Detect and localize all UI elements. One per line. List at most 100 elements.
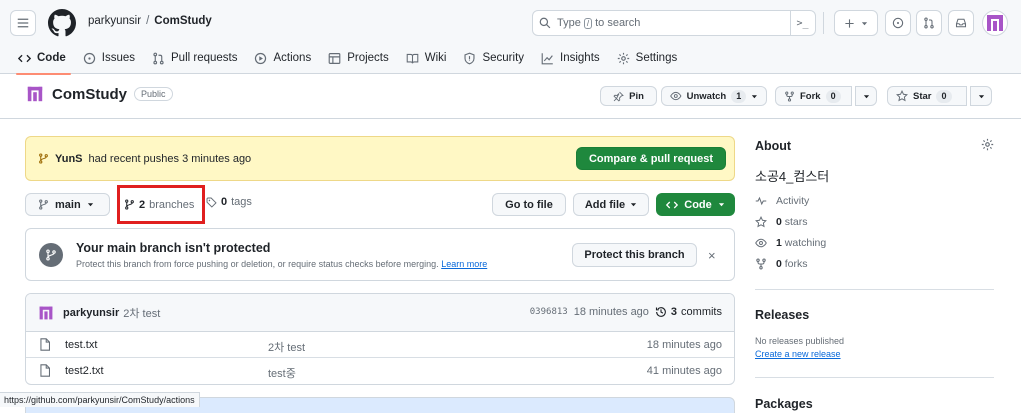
fork-label: Fork — [800, 90, 821, 102]
file-icon — [40, 338, 50, 351]
inbox-button[interactable] — [948, 10, 974, 36]
tab-issues[interactable]: Issues — [83, 46, 144, 70]
commit-message[interactable]: 2차 test — [123, 305, 160, 321]
shield-icon — [464, 52, 476, 64]
star-label: Star — [913, 90, 932, 102]
watching-count: 1 — [776, 237, 782, 249]
commit-history-link[interactable]: 3 commits — [655, 306, 722, 318]
search-input[interactable]: Type / to search — [532, 10, 816, 36]
repo-description: 소공4_컴스터 — [755, 169, 830, 184]
command-palette-button[interactable]: >_ — [790, 11, 814, 35]
issue-icon — [892, 17, 904, 29]
branch-name: main — [55, 198, 81, 211]
watch-label: Unwatch — [686, 90, 727, 102]
tab-security[interactable]: Security — [463, 46, 533, 70]
tab-insights[interactable]: Insights — [541, 46, 609, 70]
eye-icon — [755, 238, 767, 248]
breadcrumb-repo[interactable]: ComStudy — [154, 15, 212, 27]
code-icon — [18, 54, 31, 62]
learn-more-link[interactable]: Learn more — [441, 259, 487, 269]
watch-button[interactable]: Unwatch 1 — [661, 86, 767, 106]
repo-name[interactable]: ComStudy — [52, 86, 127, 103]
tab-projects[interactable]: Projects — [328, 46, 398, 70]
issues-button[interactable] — [885, 10, 911, 36]
compare-pull-request-button[interactable]: Compare & pull request — [576, 147, 726, 170]
branch-icon — [46, 249, 56, 261]
file-commit-message[interactable]: test중 — [268, 365, 296, 381]
menu-button[interactable] — [10, 10, 36, 36]
star-button[interactable]: Star 0 — [887, 86, 967, 106]
pin-button[interactable]: Pin — [600, 86, 657, 106]
file-row[interactable]: test.txt 2차 test 18 minutes ago — [26, 332, 734, 358]
commit-author-avatar[interactable] — [37, 304, 54, 321]
github-logo[interactable] — [48, 9, 76, 37]
fork-dropdown-button[interactable] — [855, 86, 877, 106]
add-file-button[interactable]: Add file — [573, 193, 649, 216]
star-icon — [755, 216, 767, 228]
branches-label: branches — [149, 198, 195, 211]
header-divider — [823, 12, 824, 34]
create-release-link[interactable]: Create a new release — [755, 349, 841, 359]
tags-count: 0 — [221, 196, 228, 208]
branches-link[interactable]: 2 branches — [117, 185, 205, 224]
fork-count: 0 — [825, 89, 841, 103]
close-icon[interactable]: × — [708, 248, 716, 263]
pin-label: Pin — [629, 90, 644, 102]
search-placeholder-suffix: to search — [595, 17, 641, 29]
file-name[interactable]: test.txt — [65, 339, 97, 351]
about-settings-button[interactable] — [981, 138, 994, 151]
go-to-file-button[interactable]: Go to file — [492, 193, 566, 216]
protection-description-text: Protect this branch from force pushing o… — [76, 259, 439, 269]
gear-icon — [617, 52, 629, 64]
activity-link[interactable]: Activity — [755, 195, 809, 207]
tab-label: Actions — [273, 52, 312, 64]
pull-requests-button[interactable] — [916, 10, 942, 36]
global-header: parkyunsir / ComStudy Type / to search >… — [0, 0, 1021, 75]
pull-request-icon — [153, 52, 164, 64]
tab-pull-requests[interactable]: Pull requests — [152, 46, 246, 70]
commit-author[interactable]: parkyunsir — [63, 307, 119, 319]
branches-count: 2 — [139, 198, 146, 211]
file-name[interactable]: test2.txt — [65, 365, 104, 377]
code-button[interactable]: Code — [656, 193, 735, 216]
repo-owner-avatar[interactable] — [25, 84, 45, 104]
protection-description: Protect this branch from force pushing o… — [76, 259, 487, 269]
tags-link[interactable]: 0 tags — [206, 196, 252, 208]
triangle-down-icon — [863, 94, 869, 98]
tab-code[interactable]: Code — [16, 46, 75, 75]
commit-sha[interactable]: 0396813 — [530, 307, 568, 317]
fork-icon — [785, 90, 794, 102]
terminal-icon: >_ — [796, 17, 809, 29]
protect-branch-button[interactable]: Protect this branch — [572, 243, 697, 267]
repo-tabs: Code Issues Pull requests Actions Projec… — [16, 46, 694, 75]
branch-selector[interactable]: main — [25, 193, 110, 216]
triangle-down-icon — [978, 94, 984, 98]
watching-link[interactable]: 1 watching — [755, 237, 826, 249]
avatar[interactable] — [982, 10, 1008, 36]
commits-count: 3 — [670, 306, 678, 318]
table-icon — [328, 52, 341, 64]
releases-title[interactable]: Releases — [755, 308, 809, 322]
file-row[interactable]: test2.txt test중 41 minutes ago — [26, 358, 734, 384]
forks-link[interactable]: 0 forks — [755, 258, 808, 270]
create-new-button[interactable] — [834, 10, 878, 36]
tab-wiki[interactable]: Wiki — [406, 46, 456, 70]
commits-label: commits — [681, 306, 722, 318]
file-commit-message[interactable]: 2차 test — [268, 339, 305, 355]
breadcrumb: parkyunsir / ComStudy — [88, 15, 212, 27]
gear-icon — [981, 138, 994, 151]
tab-settings[interactable]: Settings — [617, 46, 687, 70]
stars-link[interactable]: 0 stars — [755, 216, 808, 228]
menu-icon — [17, 18, 29, 28]
triangle-down-icon — [631, 203, 637, 207]
push-user[interactable]: YunS — [55, 153, 83, 165]
tab-label: Issues — [101, 52, 135, 64]
star-dropdown-button[interactable] — [970, 86, 992, 106]
repo-header-divider — [0, 118, 1021, 119]
packages-title[interactable]: Packages — [755, 397, 813, 411]
go-to-file-label: Go to file — [505, 198, 553, 211]
star-count: 0 — [936, 89, 952, 103]
tab-actions[interactable]: Actions — [254, 46, 320, 70]
breadcrumb-owner[interactable]: parkyunsir — [88, 15, 141, 27]
fork-button[interactable]: Fork 0 — [775, 86, 852, 106]
